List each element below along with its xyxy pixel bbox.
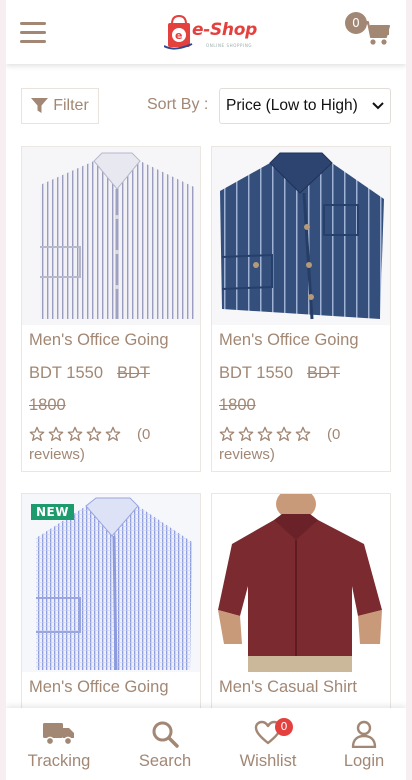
cart-icon bbox=[363, 21, 390, 45]
nav-search-label: Search bbox=[138, 752, 192, 770]
star-outline-icon bbox=[238, 426, 254, 441]
product-card[interactable]: Men's Casual Shirt bbox=[211, 493, 391, 723]
wishlist-count-badge: 0 bbox=[275, 718, 293, 736]
product-old-price-amount: 1800 bbox=[219, 396, 256, 414]
nav-tracking[interactable]: Tracking bbox=[14, 708, 104, 780]
product-name[interactable]: Men's Casual Shirt bbox=[219, 678, 357, 697]
star-outline-icon bbox=[86, 426, 102, 441]
svg-text:e: e bbox=[175, 29, 182, 42]
app-screen: e e-Shop ONLINE SHOPPING 0 Filter Sort B… bbox=[6, 0, 406, 780]
product-image[interactable] bbox=[22, 494, 200, 672]
review-count: (0 bbox=[137, 426, 151, 443]
new-badge: NEW bbox=[31, 504, 74, 520]
maroon-shirt-image bbox=[212, 494, 390, 672]
nav-search[interactable]: Search bbox=[120, 708, 210, 780]
light-blue-shirt-image bbox=[22, 494, 200, 672]
brand-tagline: ONLINE SHOPPING bbox=[206, 43, 253, 48]
shopping-bag-logo-icon: e bbox=[164, 14, 193, 50]
star-outline-icon bbox=[219, 426, 235, 441]
top-header: e e-Shop ONLINE SHOPPING 0 bbox=[6, 0, 406, 64]
white-striped-shirt-image bbox=[22, 147, 200, 325]
review-count-label: reviews) bbox=[29, 446, 85, 463]
product-card[interactable]: NEW Men's Office Going bbox=[21, 493, 201, 723]
cart-button[interactable]: 0 bbox=[342, 12, 392, 52]
star-outline-icon bbox=[295, 426, 311, 441]
eshop-logo[interactable]: e e-Shop ONLINE SHOPPING bbox=[156, 10, 266, 56]
product-old-price-currency: BDT bbox=[307, 364, 340, 382]
nav-wishlist-label: Wishlist bbox=[239, 752, 297, 770]
review-count-label: reviews) bbox=[219, 446, 275, 463]
review-count: (0 bbox=[327, 426, 341, 443]
product-old-price-amount: 1800 bbox=[29, 396, 66, 414]
filter-button[interactable]: Filter bbox=[21, 88, 99, 124]
bottom-navigation: Tracking Search 0 Wishlist Login bbox=[6, 708, 406, 780]
filter-funnel-icon bbox=[31, 98, 49, 113]
star-rating bbox=[29, 426, 121, 442]
brand-name: e-Shop bbox=[192, 20, 257, 40]
star-outline-icon bbox=[48, 426, 64, 441]
navy-striped-shirt-image bbox=[212, 147, 390, 325]
star-outline-icon bbox=[29, 426, 45, 441]
product-old-price-currency: BDT bbox=[117, 364, 150, 382]
sort-selected-value: Price (Low to High) bbox=[226, 97, 358, 114]
nav-tracking-label: Tracking bbox=[27, 752, 91, 770]
search-icon bbox=[152, 721, 179, 748]
sort-select[interactable]: Price (Low to High) bbox=[219, 88, 391, 124]
star-outline-icon bbox=[105, 426, 121, 441]
truck-icon bbox=[43, 723, 74, 746]
product-price: BDT 1550 bbox=[29, 364, 103, 382]
chevron-down-icon bbox=[372, 102, 384, 110]
nav-login-label: Login bbox=[343, 752, 385, 770]
star-rating bbox=[219, 426, 311, 442]
product-name[interactable]: Men's Office Going bbox=[29, 331, 169, 350]
product-price: BDT 1550 bbox=[219, 364, 293, 382]
product-name[interactable]: Men's Office Going bbox=[219, 331, 359, 350]
sort-by-label: Sort By : bbox=[147, 96, 209, 113]
nav-wishlist[interactable]: 0 Wishlist bbox=[223, 708, 313, 780]
star-outline-icon bbox=[67, 426, 83, 441]
product-name[interactable]: Men's Office Going bbox=[29, 678, 169, 697]
user-icon bbox=[351, 720, 377, 748]
star-outline-icon bbox=[276, 426, 292, 441]
product-image[interactable] bbox=[22, 147, 200, 325]
nav-login[interactable]: Login bbox=[319, 708, 406, 780]
product-image[interactable] bbox=[212, 147, 390, 325]
star-outline-icon bbox=[257, 426, 273, 441]
product-card[interactable]: Men's Office Going BDT 1550 BDT 1800 (0 … bbox=[21, 146, 201, 472]
product-card[interactable]: Men's Office Going BDT 1550 BDT 1800 (0 … bbox=[211, 146, 391, 472]
filter-label: Filter bbox=[53, 97, 89, 114]
product-image[interactable] bbox=[212, 494, 390, 672]
hamburger-menu-icon[interactable] bbox=[20, 22, 46, 44]
